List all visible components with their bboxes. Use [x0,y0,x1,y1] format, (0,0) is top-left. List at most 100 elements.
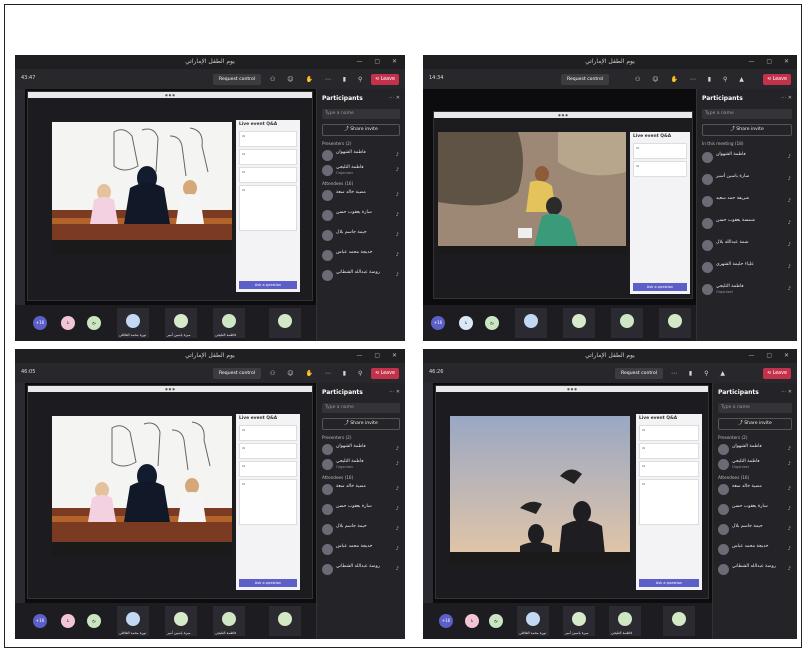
video-tile[interactable] [611,308,643,338]
ask-question-button[interactable]: Ask a question [639,579,699,587]
video-tile[interactable]: فاطمة التليجي [213,308,245,338]
participant-strip: +16 نا نخ نورة محمد الغافلي ميرة ياسين أ… [15,305,317,341]
share-invite-button[interactable]: ⤴ Share invite [718,418,792,430]
share-invite-button[interactable]: ⤴ Share invite [322,418,400,430]
leave-button[interactable]: ⟲ Leave [763,368,791,379]
shared-window: ● ● ● Live event Q&A [433,111,693,299]
close-icon[interactable]: ⋯ ✕ [781,95,792,101]
participant-row[interactable]: شمة عبدالله بلال ♪ [702,239,792,252]
in-meeting-section[interactable]: In this meeting (18) [702,141,743,146]
video-tile[interactable]: نورة محمد الغافلي [117,308,149,338]
video-tile[interactable]: نورة محمد الغافلي [517,606,549,636]
request-control-button[interactable]: Request control [213,74,262,85]
request-control-button[interactable]: Request control [561,74,610,85]
leave-button[interactable]: ⟲ Leave [371,368,399,379]
participants-panel: Participants ⋯ ✕ Type a name ⤴ Share inv… [712,383,797,639]
ask-question-button[interactable]: Ask a question [239,281,297,289]
video-tile[interactable] [269,606,301,636]
video-tile[interactable]: نورة محمد الغافلي [117,606,149,636]
toolbar-icons[interactable]: ⚇ ☺ ✋ ⋯ ▮ ⚲ ▲ [270,76,384,83]
qa-item: ▭ [239,131,297,147]
participant-row[interactable]: فاطمة الشهوان ♪ [322,149,400,162]
participant-search-input[interactable]: Type a name [322,109,400,119]
participant-row[interactable]: فاطمة الشهوان ♪ [718,443,792,456]
video-tile[interactable]: فاطمة التليجي [609,606,641,636]
video-tile[interactable] [663,606,695,636]
participant-row[interactable]: روضة عبدالله الشطاني ♪ [322,563,400,576]
participant-row[interactable]: حيمة جاسم بلال ♪ [718,523,792,536]
video-tile[interactable] [659,308,691,338]
window-controls[interactable]: — ▢ ✕ [748,55,794,69]
video-tile[interactable] [515,308,547,338]
overflow-count-avatar[interactable]: +16 [33,614,47,628]
window-controls[interactable]: — ▢ ✕ [356,55,402,69]
overflow-count-avatar[interactable]: +16 [33,316,47,330]
participant-search-input[interactable]: Type a name [702,109,792,119]
window-controls[interactable]: — ▢ ✕ [748,349,794,363]
ask-question-button[interactable]: Ask a question [239,579,297,587]
participant-row[interactable]: خديجة محمد عباس ♪ [322,249,400,262]
participant-row[interactable]: فاطمة الشهوان ♪ [322,443,400,456]
toolbar-icons[interactable]: ⚇ ☺ ✋ ⋯ ▮ ⚲ ▲ [635,76,749,83]
attendees-section[interactable]: Attendees (16) [718,475,749,480]
participant-row[interactable]: روضة عبدالله الشطاني ♪ [322,269,400,282]
request-control-button[interactable]: Request control [615,368,664,379]
browser-notice-bar: ● ● ● [28,92,312,98]
participant-name: سارة يعقوب حسن [336,210,372,215]
close-icon[interactable]: ⋯ ✕ [781,389,792,395]
participant-row[interactable]: خديجة محمد عباس ♪ [322,543,400,556]
share-invite-button[interactable]: ⤴ Share invite [702,124,792,136]
participant-row[interactable]: سارة يعقوب حسن ♪ [322,503,400,516]
leave-button[interactable]: ⟲ Leave [371,74,399,85]
mic-icon: ♪ [395,192,399,198]
overflow-count-avatar[interactable]: +16 [439,614,453,628]
share-invite-button[interactable]: ⤴ Share invite [322,124,400,136]
participant-search-input[interactable]: Type a name [322,403,400,413]
presenters-section[interactable]: Presenters (2) [718,435,747,440]
participant-row[interactable]: سارة يعقوب حسن ♪ [718,503,792,516]
overflow-count-avatar[interactable]: +16 [431,316,445,330]
video-tile[interactable]: ميرة ياسين أمير [165,308,197,338]
toolbar-icons[interactable]: ⋯ ▮ ⚲ ▲ [671,370,730,377]
participant-row[interactable]: فاطمة التليجي Organizer ♪ [322,458,400,471]
participant-row[interactable]: مضية خالد سعة ♪ [718,483,792,496]
tile-label: نورة محمد الغافلي [119,333,147,337]
video-tile[interactable] [269,308,301,338]
video-tile[interactable] [563,308,595,338]
qa-panel: Live event Q&A ▭ ▭ ▭ ▭ Ask a question [636,414,702,590]
participant-row[interactable]: حيمة جاسم بلال ♪ [322,523,400,536]
ask-question-button[interactable]: Ask a question [633,283,687,291]
leave-button[interactable]: ⟲ Leave [763,74,791,85]
close-icon[interactable]: ⋯ ✕ [389,95,400,101]
video-dusk-scene [450,416,630,564]
video-tile[interactable]: ميرة ياسين أمير [165,606,197,636]
close-icon[interactable]: ⋯ ✕ [389,389,400,395]
video-tile[interactable]: ميرة ياسين أمير [563,606,595,636]
presenters-section[interactable]: Presenters (2) [322,435,351,440]
avatar: نا [61,316,75,330]
toolbar-icons[interactable]: ⚇ ☺ ✋ ⋯ ▮ ⚲ ▲ [270,370,384,377]
participant-row[interactable]: فاطمة التليجي Organizer ♪ [718,458,792,471]
participant-row[interactable]: فاطمة التليجي Organizer ♪ [702,283,792,296]
participant-row[interactable]: سارة يعقوب حسن ♪ [322,209,400,222]
qa-item: ▭ [633,161,687,177]
participant-row[interactable]: شريفة حمد سعيد ♪ [702,195,792,208]
participant-row[interactable]: فاطمة التليجي Organizer ♪ [322,164,400,177]
participant-row[interactable]: روضة عبدالله الشطاني ♪ [718,563,792,576]
participant-row[interactable]: شمسة يعقوب حسن ♪ [702,217,792,230]
request-control-button[interactable]: Request control [213,368,262,379]
participant-row[interactable]: علياء حليمة الشهري ♪ [702,261,792,274]
participant-row[interactable]: فاطمة الشهوان ♪ [702,151,792,164]
participant-row[interactable]: سارة ياسين أسير ♪ [702,173,792,186]
participant-row[interactable]: مضية خالد سعة ♪ [322,483,400,496]
participant-row[interactable]: حيمة جاسم بلال ♪ [322,229,400,242]
presenters-section[interactable]: Presenters (2) [322,141,351,146]
video-tile[interactable]: فاطمة التليجي [213,606,245,636]
mic-icon: ♪ [395,566,399,572]
participant-row[interactable]: مضية خالد سعة ♪ [322,189,400,202]
participant-search-input[interactable]: Type a name [718,403,792,413]
attendees-section[interactable]: Attendees (16) [322,181,353,186]
attendees-section[interactable]: Attendees (16) [322,475,353,480]
participant-row[interactable]: خديجة محمد عباس ♪ [718,543,792,556]
window-controls[interactable]: — ▢ ✕ [356,349,402,363]
